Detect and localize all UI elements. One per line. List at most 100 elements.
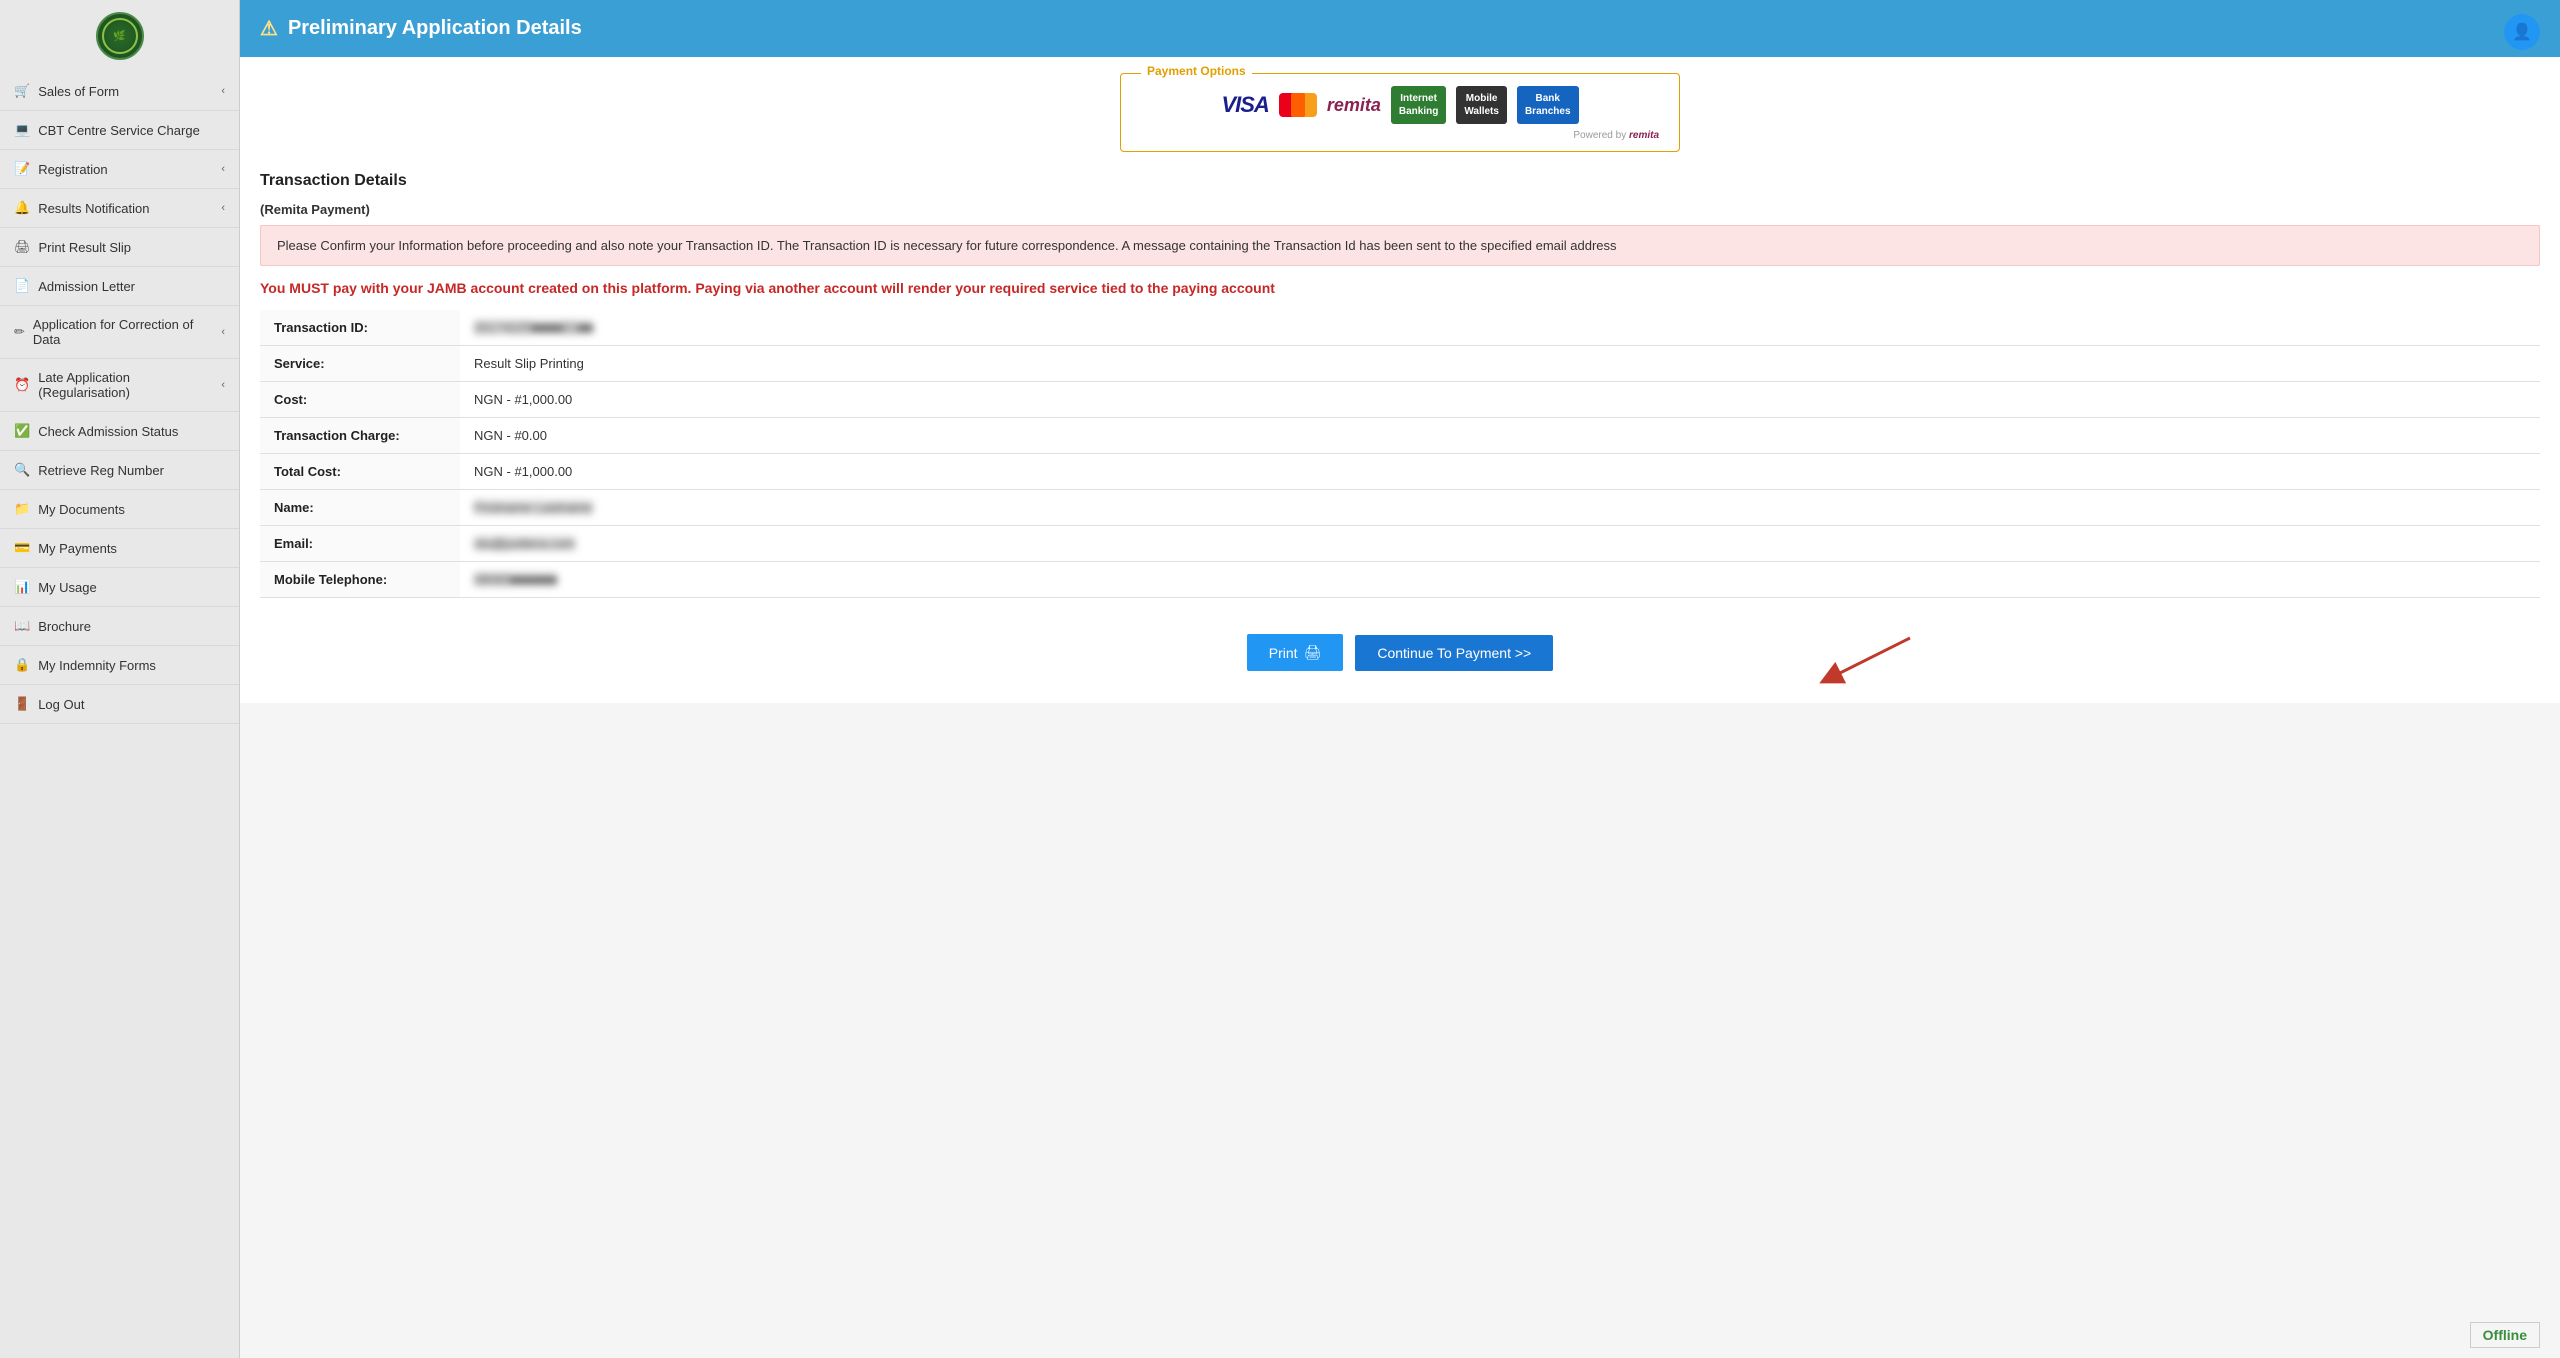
sidebar-icon-my-indemnity: 🔒	[14, 657, 30, 673]
sidebar-label-retrieve-reg: Retrieve Reg Number	[38, 463, 164, 478]
content-area: Payment Options VISA remita Internet Ban…	[240, 57, 2560, 703]
sidebar-icon-retrieve-reg: 🔍	[14, 462, 30, 478]
chevron-icon-application-correction: ‹	[221, 326, 225, 338]
chevron-icon-late-application: ‹	[221, 379, 225, 391]
sidebar-icon-brochure: 📖	[14, 618, 30, 634]
remita-logo: remita	[1327, 95, 1381, 116]
row-value: 20174225■■■■21■■	[460, 310, 2540, 346]
sidebar-icon-application-correction: ✏	[14, 324, 25, 340]
row-label: Transaction ID:	[260, 310, 460, 346]
sidebar-label-cbt-centre: CBT Centre Service Charge	[38, 123, 200, 138]
table-row: Transaction Charge:NGN - #0.00	[260, 418, 2540, 454]
bank-branches-button[interactable]: Bank Branches	[1517, 86, 1579, 124]
sidebar-item-late-application[interactable]: ⏰ Late Application (Regularisation) ‹	[0, 359, 239, 412]
sidebar-item-retrieve-reg[interactable]: 🔍 Retrieve Reg Number	[0, 451, 239, 490]
row-value: Firstname Lastname	[460, 490, 2540, 526]
sidebar-item-sales-of-form[interactable]: 🛒 Sales of Form ‹	[0, 72, 239, 111]
sidebar-icon-print-result-slip: 🖨	[14, 239, 31, 255]
sidebar-label-late-application: Late Application (Regularisation)	[38, 370, 221, 400]
mobile-wallets-button[interactable]: Mobile Wallets	[1456, 86, 1507, 124]
user-avatar[interactable]: 👤	[2504, 14, 2540, 50]
sidebar-label-registration: Registration	[38, 162, 107, 177]
sidebar-label-brochure: Brochure	[38, 619, 91, 634]
chevron-icon-results-notification: ‹	[221, 202, 225, 214]
main-content: ⚠ Preliminary Application Details ▼ Paym…	[240, 0, 2560, 1358]
chevron-icon-registration: ‹	[221, 163, 225, 175]
sidebar-label-admission-letter: Admission Letter	[38, 279, 135, 294]
payment-logos: VISA remita Internet Banking Mobile Wall…	[1141, 86, 1659, 124]
sidebar-label-my-documents: My Documents	[38, 502, 125, 517]
sidebar-label-my-indemnity: My Indemnity Forms	[38, 658, 156, 673]
chevron-icon-sales-of-form: ‹	[221, 85, 225, 97]
table-row: Service:Result Slip Printing	[260, 346, 2540, 382]
row-value: NGN - #1,000.00	[460, 454, 2540, 490]
sidebar-label-my-usage: My Usage	[38, 580, 97, 595]
sidebar-label-print-result-slip: Print Result Slip	[39, 240, 131, 255]
offline-badge: Offline	[2470, 1322, 2540, 1348]
row-value: Result Slip Printing	[460, 346, 2540, 382]
warning-icon: ⚠	[260, 16, 278, 41]
sidebar-icon-my-payments: 💳	[14, 540, 30, 556]
sidebar-item-my-indemnity[interactable]: 🔒 My Indemnity Forms	[0, 646, 239, 685]
logo-inner: 🌿	[102, 18, 138, 54]
sidebar-item-my-documents[interactable]: 📁 My Documents	[0, 490, 239, 529]
sidebar-icon-cbt-centre: 💻	[14, 122, 30, 138]
row-value: NGN - #1,000.00	[460, 382, 2540, 418]
arrow-pointer	[1800, 628, 1920, 691]
powered-by: Powered by remita	[1141, 130, 1659, 141]
payment-options-box: Payment Options VISA remita Internet Ban…	[1120, 73, 1680, 152]
logo-circle: 🌿	[96, 12, 144, 60]
table-row: Mobile Telephone:08065■■■■■■	[260, 562, 2540, 598]
row-value: NGN - #0.00	[460, 418, 2540, 454]
sidebar-icon-admission-letter: 📄	[14, 278, 30, 294]
sidebar-icon-registration: 📝	[14, 161, 30, 177]
print-icon: 🖨	[1304, 644, 1322, 661]
row-value: 08065■■■■■■	[460, 562, 2540, 598]
table-row: Cost:NGN - #1,000.00	[260, 382, 2540, 418]
remita-label: (Remita Payment)	[260, 202, 2540, 217]
sidebar-icon-check-admission: ✅	[14, 423, 30, 439]
buttons-row: Print 🖨 Continue To Payment >>	[260, 618, 2540, 687]
sidebar-item-brochure[interactable]: 📖 Brochure	[0, 607, 239, 646]
warning-text: You MUST pay with your JAMB account crea…	[260, 280, 2540, 296]
row-label: Transaction Charge:	[260, 418, 460, 454]
continue-to-payment-button[interactable]: Continue To Payment >>	[1355, 635, 1553, 671]
page-title: Preliminary Application Details	[288, 17, 582, 40]
sidebar-item-my-payments[interactable]: 💳 My Payments	[0, 529, 239, 568]
table-row: Total Cost:NGN - #1,000.00	[260, 454, 2540, 490]
sidebar-icon-my-documents: 📁	[14, 501, 30, 517]
sidebar-icon-my-usage: 📊	[14, 579, 30, 595]
page-header: ⚠ Preliminary Application Details ▼	[240, 0, 2560, 57]
sidebar-label-results-notification: Results Notification	[38, 201, 149, 216]
visa-logo: VISA	[1221, 92, 1268, 118]
page-header-title: ⚠ Preliminary Application Details	[260, 16, 582, 41]
table-row: Name:Firstname Lastname	[260, 490, 2540, 526]
internet-banking-button[interactable]: Internet Banking	[1391, 86, 1446, 124]
sidebar: 🌿 🛒 Sales of Form ‹ 💻 CBT Centre Service…	[0, 0, 240, 1358]
table-row: Email:olu@justtera.com	[260, 526, 2540, 562]
sidebar-item-check-admission[interactable]: ✅ Check Admission Status	[0, 412, 239, 451]
payment-options-label: Payment Options	[1141, 64, 1252, 78]
sidebar-item-registration[interactable]: 📝 Registration ‹	[0, 150, 239, 189]
row-value: olu@justtera.com	[460, 526, 2540, 562]
sidebar-label-log-out: Log Out	[38, 697, 84, 712]
row-label: Service:	[260, 346, 460, 382]
row-label: Name:	[260, 490, 460, 526]
table-row: Transaction ID:20174225■■■■21■■	[260, 310, 2540, 346]
print-button[interactable]: Print 🖨	[1247, 634, 1344, 671]
sidebar-item-cbt-centre[interactable]: 💻 CBT Centre Service Charge	[0, 111, 239, 150]
sidebar-icon-sales-of-form: 🛒	[14, 83, 30, 99]
sidebar-item-application-correction[interactable]: ✏ Application for Correction of Data ‹	[0, 306, 239, 359]
sidebar-label-sales-of-form: Sales of Form	[38, 84, 119, 99]
sidebar-item-admission-letter[interactable]: 📄 Admission Letter	[0, 267, 239, 306]
info-alert: Please Confirm your Information before p…	[260, 225, 2540, 266]
row-label: Total Cost:	[260, 454, 460, 490]
logo-area: 🌿	[0, 0, 239, 72]
sidebar-item-log-out[interactable]: 🚪 Log Out	[0, 685, 239, 724]
sidebar-item-my-usage[interactable]: 📊 My Usage	[0, 568, 239, 607]
details-table: Transaction ID:20174225■■■■21■■Service:R…	[260, 310, 2540, 598]
sidebar-item-print-result-slip[interactable]: 🖨 Print Result Slip	[0, 228, 239, 267]
sidebar-item-results-notification[interactable]: 🔔 Results Notification ‹	[0, 189, 239, 228]
sidebar-label-application-correction: Application for Correction of Data	[33, 317, 221, 347]
row-label: Email:	[260, 526, 460, 562]
